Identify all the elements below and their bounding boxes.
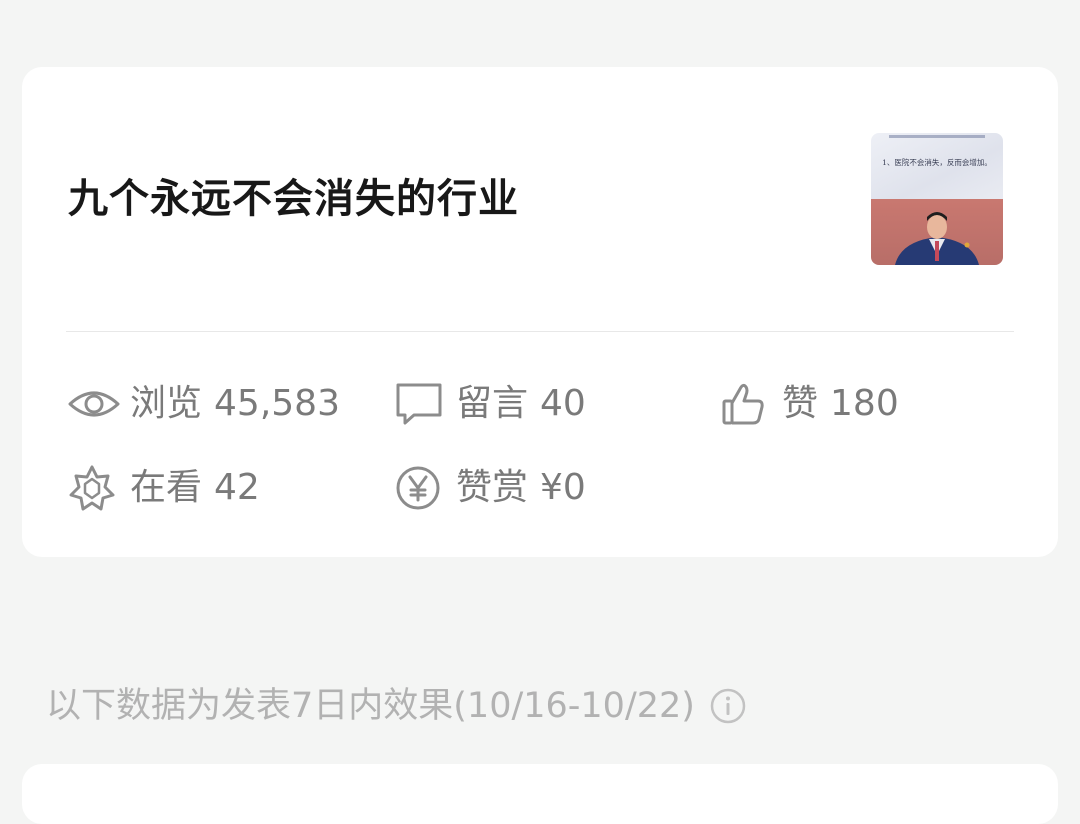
stat-watching-value: 42	[214, 467, 260, 508]
eye-icon	[68, 379, 120, 429]
thumbnail-caption: 1、医院不会消失，反而会增加。	[882, 157, 992, 167]
stat-likes-label: 赞	[782, 383, 819, 424]
data-period-text: 以下数据为发表7日内效果(10/16-10/22)	[46, 686, 695, 726]
stat-comments-label: 留言	[456, 383, 529, 424]
stat-comments-value: 40	[540, 383, 586, 424]
yen-icon	[394, 463, 446, 513]
stat-views-label: 浏览	[130, 383, 203, 424]
data-period-note: 以下数据为发表7日内效果(10/16-10/22)	[46, 680, 747, 732]
stat-views-value: 45,583	[214, 383, 340, 424]
stat-rewards-label: 赞赏	[456, 467, 529, 508]
stat-views: 浏览 45,583	[68, 379, 340, 429]
stat-watching: 在看 42	[68, 463, 260, 513]
stat-rewards-value: ¥0	[540, 467, 586, 508]
comment-icon	[394, 379, 446, 429]
thumbnail-image: 1、医院不会消失，反而会增加。	[871, 133, 1003, 265]
next-card	[22, 764, 1058, 824]
article-thumbnail[interactable]: 1、医院不会消失，反而会增加。	[871, 133, 1003, 265]
info-icon[interactable]	[709, 687, 747, 725]
article-title[interactable]: 九个永远不会消失的行业	[68, 171, 519, 227]
thumbs-up-icon	[720, 379, 772, 429]
star-icon	[68, 463, 120, 513]
stat-likes: 赞 180	[720, 379, 899, 429]
stat-rewards: 赞赏 ¥0	[394, 463, 586, 513]
article-card[interactable]: 九个永远不会消失的行业 1、医院不会消失，反而会增加。 浏览 45,583 留言…	[22, 67, 1058, 557]
stat-watching-label: 在看	[130, 467, 203, 508]
stat-comments: 留言 40	[394, 379, 586, 429]
stat-likes-value: 180	[830, 383, 899, 424]
divider	[66, 331, 1014, 332]
